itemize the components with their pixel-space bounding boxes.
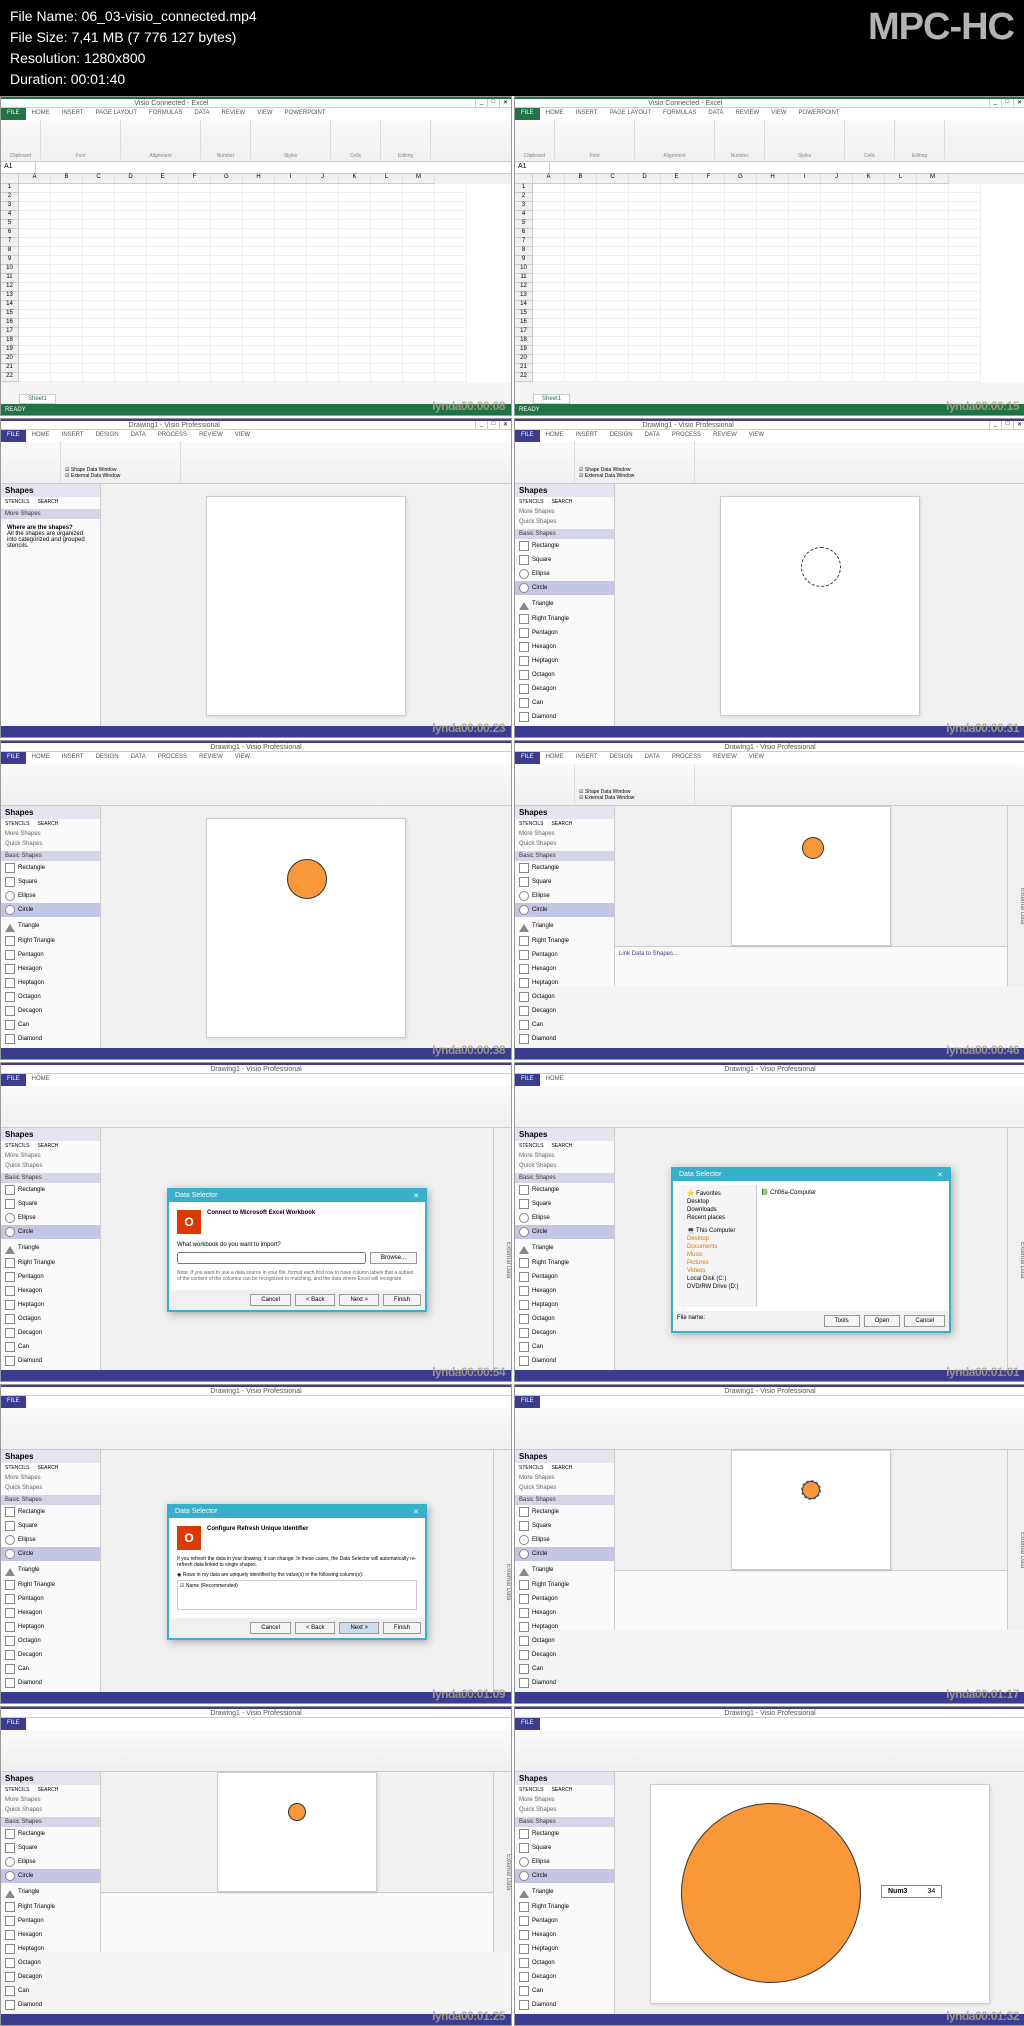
thumbnail-6[interactable]: Drawing1 - Visio Professional FILEHOMEIN… xyxy=(514,740,1024,1060)
thumbnail-12[interactable]: Drawing1 - Visio Professional FILE Shape… xyxy=(514,1706,1024,2026)
browse-button[interactable]: Browse... xyxy=(370,1252,417,1264)
thumbnail-11[interactable]: Drawing1 - Visio Professional FILE Shape… xyxy=(0,1706,512,2026)
close-icon[interactable]: ✕ xyxy=(413,1508,419,1516)
thumbnail-9[interactable]: Drawing1 - Visio Professional FILE Shape… xyxy=(0,1384,512,1704)
thumbnail-8[interactable]: Drawing1 - Visio Professional FILEHOME S… xyxy=(514,1062,1024,1382)
thumbnail-3[interactable]: Drawing1 - Visio Professional_□✕ FILEHOM… xyxy=(0,418,512,738)
thumbnail-5[interactable]: Drawing1 - Visio Professional FILEHOMEIN… xyxy=(0,740,512,1060)
thumbnail-7[interactable]: Drawing1 - Visio Professional FILEHOME S… xyxy=(0,1062,512,1382)
close-icon[interactable]: ✕ xyxy=(937,1171,943,1179)
thumbnail-2[interactable]: Visio Connected - Excel_□✕ FILEHOMEINSER… xyxy=(514,96,1024,416)
file-info-header: File Name: 06_03-visio_connected.mp4 Fil… xyxy=(0,0,1024,96)
workbook-path-input[interactable] xyxy=(177,1252,366,1264)
close-icon[interactable]: ✕ xyxy=(413,1192,419,1200)
thumbnail-1[interactable]: Visio Connected - Excel_□✕ FILEHOMEINSER… xyxy=(0,96,512,416)
thumbnail-grid: Visio Connected - Excel_□✕ FILEHOMEINSER… xyxy=(0,96,1024,2026)
thumbnail-10[interactable]: Drawing1 - Visio Professional FILE Shape… xyxy=(514,1384,1024,1704)
thumbnail-4[interactable]: Drawing1 - Visio Professional_□✕ FILEHOM… xyxy=(514,418,1024,738)
app-logo: MPC-HC xyxy=(868,6,1014,90)
